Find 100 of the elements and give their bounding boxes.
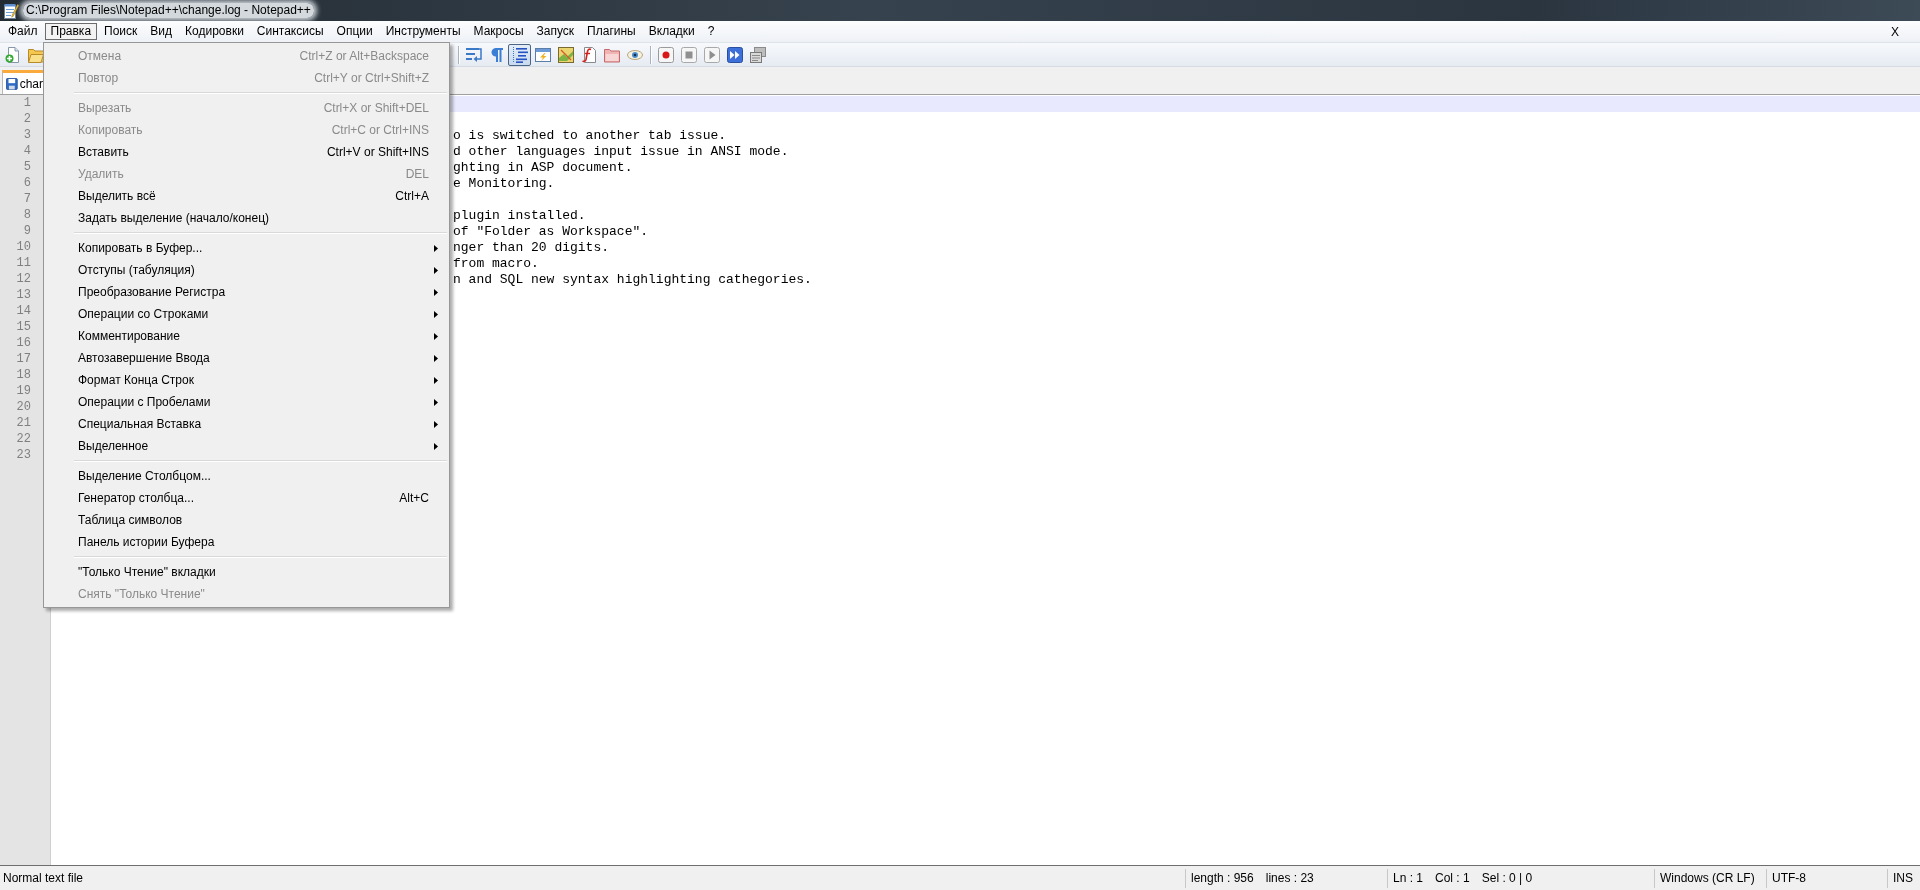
line-number: 18 xyxy=(15,368,32,384)
file-tab[interactable]: char xyxy=(2,70,43,94)
submenu-arrow-icon xyxy=(434,376,438,384)
menu-item[interactable]: Опции xyxy=(330,23,379,40)
eye-icon xyxy=(626,49,643,60)
line-number: 19 xyxy=(15,384,32,400)
menu-item[interactable]: Операции со Строками xyxy=(44,303,449,325)
menu-item[interactable]: Выделить всё Ctrl+A xyxy=(44,185,449,207)
open-folder-icon xyxy=(27,46,44,63)
word-wrap-icon xyxy=(465,46,482,63)
shortcut-label: DEL xyxy=(405,167,429,181)
menu-item[interactable]: ? xyxy=(701,23,721,40)
menu-item[interactable]: Преобразование Регистра xyxy=(44,281,449,303)
shortcut-label: Ctrl+C or Ctrl+INS xyxy=(331,123,429,137)
line-number: 12 xyxy=(15,272,32,288)
line-number: 21 xyxy=(15,416,32,432)
shortcut-label: Ctrl+Y or Ctrl+Shift+Z xyxy=(314,71,429,85)
line-number: 4 xyxy=(22,144,32,160)
stacked-windows-icon xyxy=(749,46,766,63)
status-text: UTF-8 xyxy=(1772,871,1806,885)
shortcut-label: Ctrl+X or Shift+DEL xyxy=(323,101,429,115)
line-number: 2 xyxy=(22,112,32,128)
menu-item[interactable]: Макросы xyxy=(467,23,530,40)
indent-guide-icon xyxy=(511,46,528,63)
status-text: Windows (CR LF) xyxy=(1660,871,1755,885)
code-line: ghting in ASP document. xyxy=(453,160,633,176)
line-number: 3 xyxy=(22,128,32,144)
line-number: 13 xyxy=(15,288,32,304)
notepad-icon xyxy=(3,2,19,19)
menu-item[interactable]: Таблица символов xyxy=(44,509,449,531)
menu-item[interactable]: Задать выделение (начало/конец) xyxy=(44,207,449,229)
submenu-arrow-icon xyxy=(434,354,438,362)
menu-item[interactable]: Файл xyxy=(2,23,44,40)
line-number: 8 xyxy=(22,208,32,224)
close-button[interactable]: X xyxy=(1889,23,1901,40)
menu-item[interactable]: Кодировки xyxy=(179,23,250,40)
submenu-arrow-icon xyxy=(434,442,438,450)
menu-item[interactable]: Выделенное xyxy=(44,435,449,457)
submenu-arrow-icon xyxy=(434,310,438,318)
line-number: 5 xyxy=(22,160,32,176)
shortcut-label: Alt+C xyxy=(399,491,429,505)
menu-item[interactable]: Плагины xyxy=(581,23,642,40)
status-text: Col : 1 xyxy=(1435,871,1470,885)
menu-item[interactable]: "Только Чтение" вкладки xyxy=(44,561,449,583)
menu-item[interactable]: Выделение Столбцом... xyxy=(44,465,449,487)
record-icon xyxy=(657,46,674,63)
menu-item[interactable]: Операции с Пробелами xyxy=(44,391,449,413)
document-icon xyxy=(580,46,597,63)
line-number: 22 xyxy=(15,432,32,448)
menu-item[interactable]: Вкладки xyxy=(642,23,701,40)
code-line: plugin installed. xyxy=(453,208,586,224)
code-line: e Monitoring. xyxy=(453,176,555,192)
shortcut-label: Ctrl+A xyxy=(395,189,429,203)
line-number: 20 xyxy=(15,400,32,416)
menu-item[interactable]: Запуск xyxy=(530,23,581,40)
status-text: Normal text file xyxy=(3,871,84,885)
line-number: 10 xyxy=(15,240,32,256)
code-line: from macro. xyxy=(453,256,539,272)
window-title: C:\Program Files\Notepad++\change.log - Notepad++ xyxy=(23,3,314,18)
menu-item[interactable]: Комментирование xyxy=(44,325,449,347)
submenu-arrow-icon xyxy=(434,244,438,252)
shortcut-label: Ctrl+Z or Alt+Backspace xyxy=(299,49,429,63)
stop-icon xyxy=(680,46,697,63)
submenu-arrow-icon xyxy=(434,420,438,428)
submenu-arrow-icon xyxy=(434,332,438,340)
toolbar-button[interactable] xyxy=(508,43,531,66)
line-number: 9 xyxy=(22,224,32,240)
play-icon xyxy=(703,46,720,63)
menu-item[interactable]: Отступы (табуляция) xyxy=(44,259,449,281)
menu-item[interactable]: Поиск xyxy=(98,23,144,40)
status-text: lines : 23 xyxy=(1265,871,1314,885)
line-number: 11 xyxy=(15,256,32,272)
line-number: 15 xyxy=(15,320,32,336)
folder-icon xyxy=(603,46,620,63)
shortcut-label: Ctrl+V or Shift+INS xyxy=(326,145,429,159)
line-number: 6 xyxy=(22,176,32,192)
new-file-icon xyxy=(4,46,21,63)
line-number: 17 xyxy=(15,352,32,368)
menu-item[interactable]: Специальная Вставка xyxy=(44,413,449,435)
menu-item[interactable]: Синтаксисы xyxy=(250,23,330,40)
menu-item[interactable]: Генератор столбца... Alt+C xyxy=(44,487,449,509)
code-line: of "Folder as Workspace". xyxy=(453,224,649,240)
code-line: nger than 20 digits. xyxy=(453,240,610,256)
code-line: n and SQL new syntax highlighting cathegories. xyxy=(453,272,812,288)
fast-forward-icon xyxy=(726,46,743,63)
menu-item[interactable]: Формат Конца Строк xyxy=(44,369,449,391)
pilcrow-icon xyxy=(490,46,503,63)
line-number: 7 xyxy=(22,192,32,208)
menu-item[interactable]: Автозавершение Ввода xyxy=(44,347,449,369)
menu-item[interactable]: Правка xyxy=(44,23,98,40)
menu-item[interactable]: Панель истории Буфера xyxy=(44,531,449,553)
menu-item[interactable]: Вставить Ctrl+V or Shift+INS xyxy=(44,141,449,163)
map-icon xyxy=(557,46,574,63)
code-line: o is switched to another tab issue. xyxy=(453,128,727,144)
menu-item[interactable]: Копировать в Буфер... xyxy=(44,237,449,259)
menu-item[interactable]: Вид xyxy=(144,23,179,40)
line-number: 14 xyxy=(15,304,32,320)
status-text: INS xyxy=(1893,871,1913,885)
submenu-arrow-icon xyxy=(434,288,438,296)
menu-item[interactable]: Инструменты xyxy=(379,23,467,40)
